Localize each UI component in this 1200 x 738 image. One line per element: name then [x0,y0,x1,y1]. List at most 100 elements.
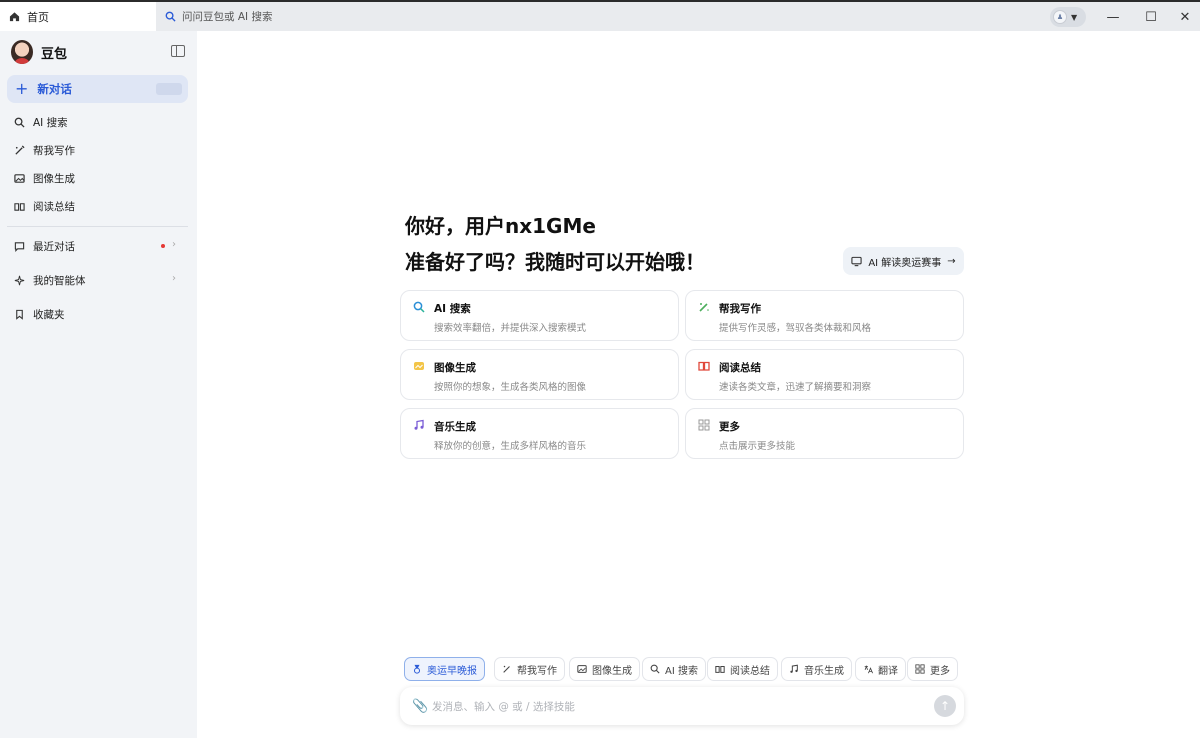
card-title: AI 搜索 [434,303,471,315]
pen-icon [503,665,510,673]
tab-search[interactable]: 问问豆包或 AI 搜索 [157,2,272,31]
tab-home-label: 首页 [27,10,49,24]
chip-reading[interactable]: 阅读总结 [707,657,778,681]
new-chat-label: 新对话 [37,82,72,96]
image-icon [14,174,25,183]
chip-label: 奥运早晚报 [427,665,477,677]
close-button[interactable]: ✕ [1170,6,1200,28]
sidebar-item-label: 阅读总结 [33,201,75,213]
tab-search-label: 问问豆包或 AI 搜索 [182,11,273,23]
card-title: 图像生成 [434,362,476,374]
card-desc: 速读各类文章，迅速了解摘要和洞察 [719,382,872,393]
music-icon [790,664,798,673]
chip-olympic-daily[interactable]: 奥运早晚报 [404,657,485,681]
card-title: 更多 [719,421,740,433]
card-desc: 点击展示更多技能 [719,441,796,452]
chevron-down-icon: ▼ [1071,12,1078,22]
card-desc: 按照你的想象，生成各类风格的图像 [434,382,587,393]
sparkle-icon [14,275,25,286]
avatar [11,40,33,64]
sidebar-item-favorites[interactable]: 收藏夹 [14,307,65,322]
title-bar: 首页 问问豆包或 AI 搜索 ♟ ▼ — ☐ ✕ [0,0,1200,31]
account-switcher[interactable]: ♟ ▼ [1050,7,1086,27]
pen-icon [15,145,25,155]
bookmark-icon [16,309,23,320]
sidebar-item-label: 图像生成 [33,173,75,185]
greeting-title: 你好，用户nx1GMe [405,214,596,238]
chip-writing[interactable]: 帮我写作 [494,657,565,681]
sidebar-item-label: AI 搜索 [33,117,68,129]
sidebar-item-writing[interactable]: 帮我写作 [14,143,75,158]
image-icon [414,362,424,370]
sidebar-item-recent[interactable]: 最近对话 [14,239,75,254]
skill-card-music[interactable]: 音乐生成 释放你的创意，生成多样风格的音乐 [400,408,679,459]
card-title: 音乐生成 [434,421,476,433]
attachment-icon[interactable]: 📎 [412,699,428,714]
image-icon [577,665,587,673]
sidebar-item-image[interactable]: 图像生成 [14,171,75,186]
grid-icon [915,664,925,674]
search-icon [165,11,176,22]
sidebar-item-label: 收藏夹 [33,309,65,321]
minimize-button[interactable]: — [1098,6,1128,28]
card-desc: 搜索效率翻倍，并提供深入搜索模式 [434,323,587,334]
chip-label: AI 搜索 [665,665,698,677]
skill-card-image[interactable]: 图像生成 按照你的想象，生成各类风格的图像 [400,349,679,400]
music-icon [414,419,424,430]
sidebar: 豆包 + 新对话 AI 搜索 帮我写作 图像生成 阅读总结 最近对话 › 我的智… [0,31,197,738]
olympic-interpret-label: AI 解读奥运赛事 [868,257,942,269]
sidebar-item-ai-search[interactable]: AI 搜索 [14,115,68,130]
sidebar-item-label: 帮我写作 [33,145,75,157]
chip-label: 阅读总结 [730,665,770,677]
chip-ai-search[interactable]: AI 搜索 [642,657,706,681]
card-title: 阅读总结 [719,362,761,374]
card-desc: 提供写作灵感，驾驭各类体裁和风格 [719,323,872,334]
arrow-right-icon: → [947,255,956,267]
chip-more[interactable]: 更多 [907,657,958,681]
skill-card-more[interactable]: 更多 点击展示更多技能 [685,408,964,459]
chevron-right-icon[interactable]: › [172,239,176,250]
tab-home[interactable]: 首页 [0,2,156,31]
card-title: 帮我写作 [719,303,761,315]
sidebar-item-reading[interactable]: 阅读总结 [14,199,75,214]
user-avatar-icon: ♟ [1053,10,1067,24]
search-icon [413,301,425,313]
chip-music[interactable]: 音乐生成 [781,657,852,681]
book-icon [715,666,725,673]
book-icon [698,361,710,371]
sidebar-item-agents[interactable]: 我的智能体 [14,273,86,288]
pen-icon [699,303,709,312]
search-icon [14,117,25,128]
skill-card-reading[interactable]: 阅读总结 速读各类文章，迅速了解摘要和洞察 [685,349,964,400]
sidebar-item-label: 最近对话 [33,241,75,253]
chip-label: 更多 [930,665,950,677]
skill-card-writing[interactable]: 帮我写作 提供写作灵感，驾驭各类体裁和风格 [685,290,964,341]
skill-card-ai-search[interactable]: AI 搜索 搜索效率翻倍，并提供深入搜索模式 [400,290,679,341]
chip-label: 音乐生成 [804,665,844,677]
divider [7,226,188,227]
grid-icon [698,419,710,431]
sidebar-collapse-icon[interactable] [171,45,185,57]
message-composer[interactable]: 📎 发消息、输入 @ 或 / 选择技能 ↑ [400,687,964,725]
message-input[interactable]: 发消息、输入 @ 或 / 选择技能 [432,699,575,714]
chip-label: 帮我写作 [517,665,557,677]
greeting-subtitle: 准备好了吗？我随时可以开始哦！ [405,250,705,274]
search-icon [650,664,660,674]
translate-icon [864,665,873,674]
chip-image[interactable]: 图像生成 [569,657,640,681]
send-button[interactable]: ↑ [934,695,956,717]
card-desc: 释放你的创意，生成多样风格的音乐 [434,441,587,452]
brand: 豆包 [11,40,67,64]
medal-icon [414,664,420,674]
chip-label: 图像生成 [592,665,632,677]
new-chat-button[interactable]: + 新对话 [7,75,188,103]
maximize-button[interactable]: ☐ [1136,6,1166,28]
brand-name: 豆包 [41,46,68,62]
olympic-interpret-button[interactable]: AI 解读奥运赛事 → [843,247,964,275]
chevron-right-icon[interactable]: › [172,273,176,284]
unread-dot [161,244,165,248]
chip-translate[interactable]: 翻译 [855,657,906,681]
sidebar-item-label: 我的智能体 [33,275,86,287]
chip-label: 翻译 [878,665,898,677]
monitor-icon [851,256,862,266]
